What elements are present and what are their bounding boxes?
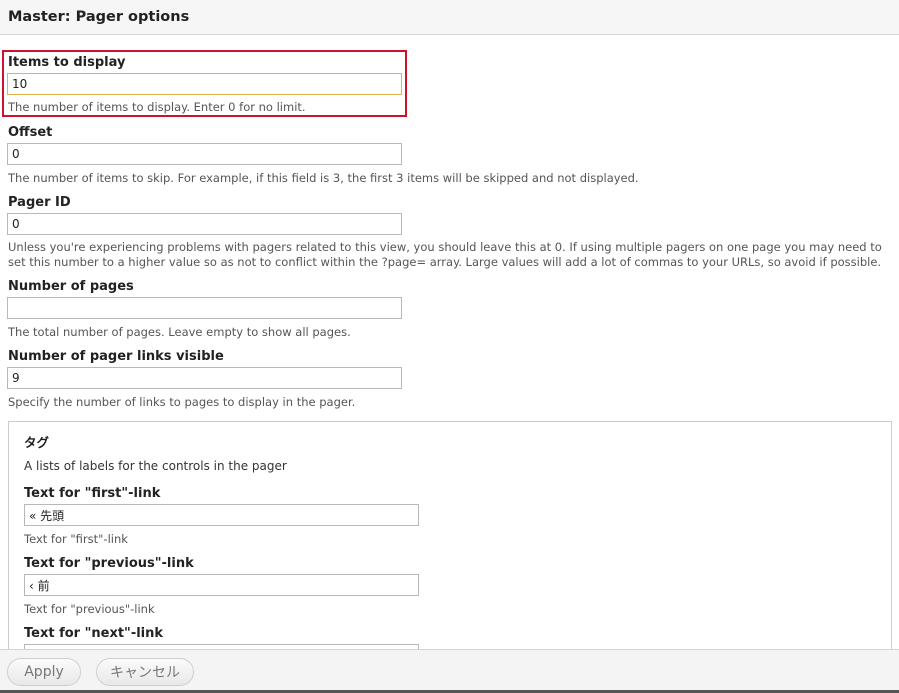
next-link-label: Text for "next"-link: [24, 626, 164, 641]
tags-fieldset-legend: タグ: [24, 435, 50, 450]
number-of-pages-input[interactable]: [7, 297, 402, 319]
previous-link-description: Text for "previous"-link: [24, 602, 155, 616]
tags-fieldset: タグ A lists of labels for the controls in…: [8, 421, 892, 649]
items-to-display-label: Items to display: [8, 55, 126, 70]
previous-link-input[interactable]: [24, 574, 419, 596]
pager-id-input[interactable]: [7, 213, 402, 235]
tags-fieldset-description: A lists of labels for the controls in th…: [24, 459, 287, 473]
number-of-pages-label: Number of pages: [8, 279, 134, 294]
number-of-pages-description: The total number of pages. Leave empty t…: [8, 325, 351, 339]
dialog-title: Master: Pager options: [8, 9, 190, 25]
dialog-footer: Apply キャンセル: [0, 649, 899, 693]
pager-id-description: Unless you're experiencing problems with…: [8, 240, 882, 269]
apply-button[interactable]: Apply: [7, 658, 81, 686]
items-to-display-input[interactable]: [7, 73, 402, 95]
pager-links-visible-description: Specify the number of links to pages to …: [8, 395, 356, 409]
first-link-label: Text for "first"-link: [24, 486, 161, 501]
dialog-header: Master: Pager options: [0, 0, 899, 35]
cancel-button[interactable]: キャンセル: [96, 658, 194, 686]
first-link-input[interactable]: [24, 504, 419, 526]
pager-links-visible-input[interactable]: [7, 367, 402, 389]
previous-link-label: Text for "previous"-link: [24, 556, 194, 571]
offset-input[interactable]: [7, 143, 402, 165]
offset-label: Offset: [8, 125, 53, 140]
offset-description: The number of items to skip. For example…: [8, 171, 639, 185]
pager-id-label: Pager ID: [8, 195, 71, 210]
items-to-display-description: The number of items to display. Enter 0 …: [8, 100, 306, 114]
first-link-description: Text for "first"-link: [24, 532, 128, 546]
dialog-content[interactable]: Items to display The number of items to …: [0, 36, 899, 649]
pager-links-visible-label: Number of pager links visible: [8, 349, 224, 364]
